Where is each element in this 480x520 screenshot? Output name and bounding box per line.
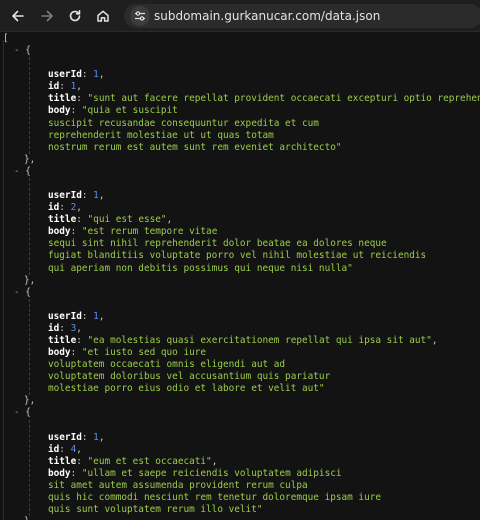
field-id: id: 1,: [48, 81, 82, 93]
value-body-line: molestiae porro eius odio et labore et v…: [48, 383, 325, 395]
body-continuation-line: quis hic commodi nesciunt rem tenetur do…: [48, 492, 381, 504]
key-id: id: [48, 322, 60, 334]
bracket-open: [: [3, 33, 9, 44]
field-userId: userId: 1,: [48, 69, 105, 81]
value-body-line: reprehenderit molestiae ut ut quas totam: [48, 129, 274, 141]
tune-icon: [135, 11, 145, 21]
value-body-line: "ullam et saepe reiciendis voluptatem ad…: [81, 467, 342, 479]
key-title: title: [48, 93, 77, 105]
object-close: },: [24, 275, 35, 287]
body-continuation-line: quis sunt voluptatem rerum illo velit": [48, 504, 262, 516]
key-userId: userId: [48, 190, 82, 202]
url-text[interactable]: subdomain.gurkanucar.com/data.json: [154, 9, 380, 23]
key-id: id: [48, 443, 60, 455]
value-body-line: voluptatem occaecati omnis eligendi aut …: [48, 359, 286, 371]
object-close: },: [24, 395, 35, 407]
field-userId: userId: 1,: [48, 310, 105, 322]
field-id: id: 3,: [48, 322, 82, 334]
value-title: "ea molestias quasi exercitationem repel…: [87, 335, 432, 346]
home-icon: [97, 10, 109, 22]
value-body-line: sequi sint nihil reprehenderit dolor bea…: [48, 238, 387, 250]
object-open: - {: [14, 45, 31, 57]
field-userId: userId: 1,: [48, 431, 105, 443]
object-open: - {: [14, 165, 31, 177]
value-body-line: suscipit recusandae consequuntur expedit…: [48, 117, 319, 129]
body-continuation-line: qui aperiam non debitis possimus qui neq…: [48, 263, 353, 275]
field-body: body: "quia et suscipit: [48, 105, 178, 117]
field-id: id: 2,: [48, 202, 82, 214]
value-body-line: "et iusto sed quo iure: [81, 347, 207, 359]
field-id: id: 4,: [48, 443, 82, 455]
indent-guide: [29, 57, 30, 154]
address-bar[interactable]: subdomain.gurkanucar.com/data.json: [124, 4, 480, 28]
value-title: "qui est esse": [87, 214, 167, 226]
key-userId: userId: [48, 431, 82, 443]
field-title: title: "eum et est occaecati",: [48, 455, 218, 467]
body-continuation-line: suscipit recusandae consequuntur expedit…: [48, 118, 319, 130]
field-title: title: "sunt aut facere repellat provide…: [48, 93, 480, 105]
site-info-button[interactable]: [130, 6, 150, 26]
object-close-brace: },: [24, 395, 36, 407]
body-continuation-line: sequi sint nihil reprehenderit dolor bea…: [48, 238, 387, 250]
value-title: "sunt aut facere repellat provident occa…: [87, 93, 480, 105]
field-body: body: "est rerum tempore vitae: [48, 226, 218, 238]
field-body: body: "et iusto sed quo iure: [48, 347, 207, 359]
body-continuation-line: molestiae porro eius odio et labore et v…: [48, 383, 325, 395]
key-body: body: [48, 467, 71, 479]
object-close-brace: },: [24, 274, 36, 286]
value-body-line: voluptatem doloribus vel accusantium qui…: [48, 371, 331, 383]
object-close: },: [24, 154, 35, 166]
object-close: }: [24, 516, 30, 520]
field-title: title: "ea molestias quasi exercitatione…: [48, 335, 438, 346]
indent-guide: [29, 298, 30, 396]
value-body-line: quis sunt voluptatem rerum illo velit": [48, 504, 263, 516]
indent-guide: [29, 419, 30, 517]
json-viewer: [- {userId: 1, id: 1, title: "sunt aut fac…: [0, 32, 480, 520]
key-userId: userId: [48, 310, 82, 322]
body-continuation-line: reprehenderit molestiae ut ut quas totam: [48, 130, 274, 142]
object-open: - {: [14, 407, 31, 419]
value-body-line: fugiat blanditiis voluptate porro vel ni…: [48, 250, 427, 262]
value-title: "eum et est occaecati": [87, 455, 212, 467]
key-body: body: [48, 347, 71, 359]
field-body: body: "ullam et saepe reiciendis volupta…: [48, 467, 342, 479]
key-body: body: [48, 226, 71, 238]
body-continuation-line: voluptatem doloribus vel accusantium qui…: [48, 371, 330, 383]
home-button[interactable]: [91, 4, 115, 28]
field-title: title: "qui est esse",: [48, 214, 173, 226]
value-body-line: nostrum rerum est autem sunt rem eveniet…: [48, 141, 342, 153]
key-id: id: [48, 81, 60, 93]
body-continuation-line: sit amet autem assumenda provident rerum…: [48, 480, 308, 492]
key-id: id: [48, 202, 60, 214]
value-body-line: qui aperiam non debitis possimus qui neq…: [48, 262, 353, 274]
object-close-brace: },: [24, 153, 36, 165]
forward-arrow-icon: [41, 10, 53, 22]
key-title: title: [48, 455, 77, 467]
browser-toolbar: subdomain.gurkanucar.com/data.json: [0, 0, 480, 32]
value-body-line: "est rerum tempore vitae: [81, 226, 218, 238]
key-body: body: [48, 105, 71, 117]
reload-icon: [69, 10, 81, 22]
back-button[interactable]: [6, 4, 30, 28]
back-arrow-icon: [12, 10, 24, 22]
key-title: title: [48, 214, 77, 226]
object-close-brace: }: [24, 516, 30, 520]
root-guide-line: [3, 40, 4, 520]
value-body-line: "quia et suscipit: [81, 105, 178, 117]
reload-button[interactable]: [63, 4, 87, 28]
root-open-bracket: [: [3, 33, 9, 45]
field-userId: userId: 1,: [48, 190, 105, 202]
object-open: - {: [14, 286, 31, 298]
body-continuation-line: fugiat blanditiis voluptate porro vel ni…: [48, 250, 426, 262]
indent-guide: [29, 177, 30, 275]
value-body-line: sit amet autem assumenda provident rerum…: [48, 479, 308, 491]
key-userId: userId: [48, 69, 82, 81]
body-continuation-line: voluptatem occaecati omnis eligendi aut …: [48, 359, 285, 371]
forward-button[interactable]: [35, 4, 59, 28]
body-continuation-line: nostrum rerum est autem sunt rem eveniet…: [48, 142, 342, 154]
key-title: title: [48, 335, 77, 346]
value-body-line: quis hic commodi nesciunt rem tenetur do…: [48, 492, 382, 504]
